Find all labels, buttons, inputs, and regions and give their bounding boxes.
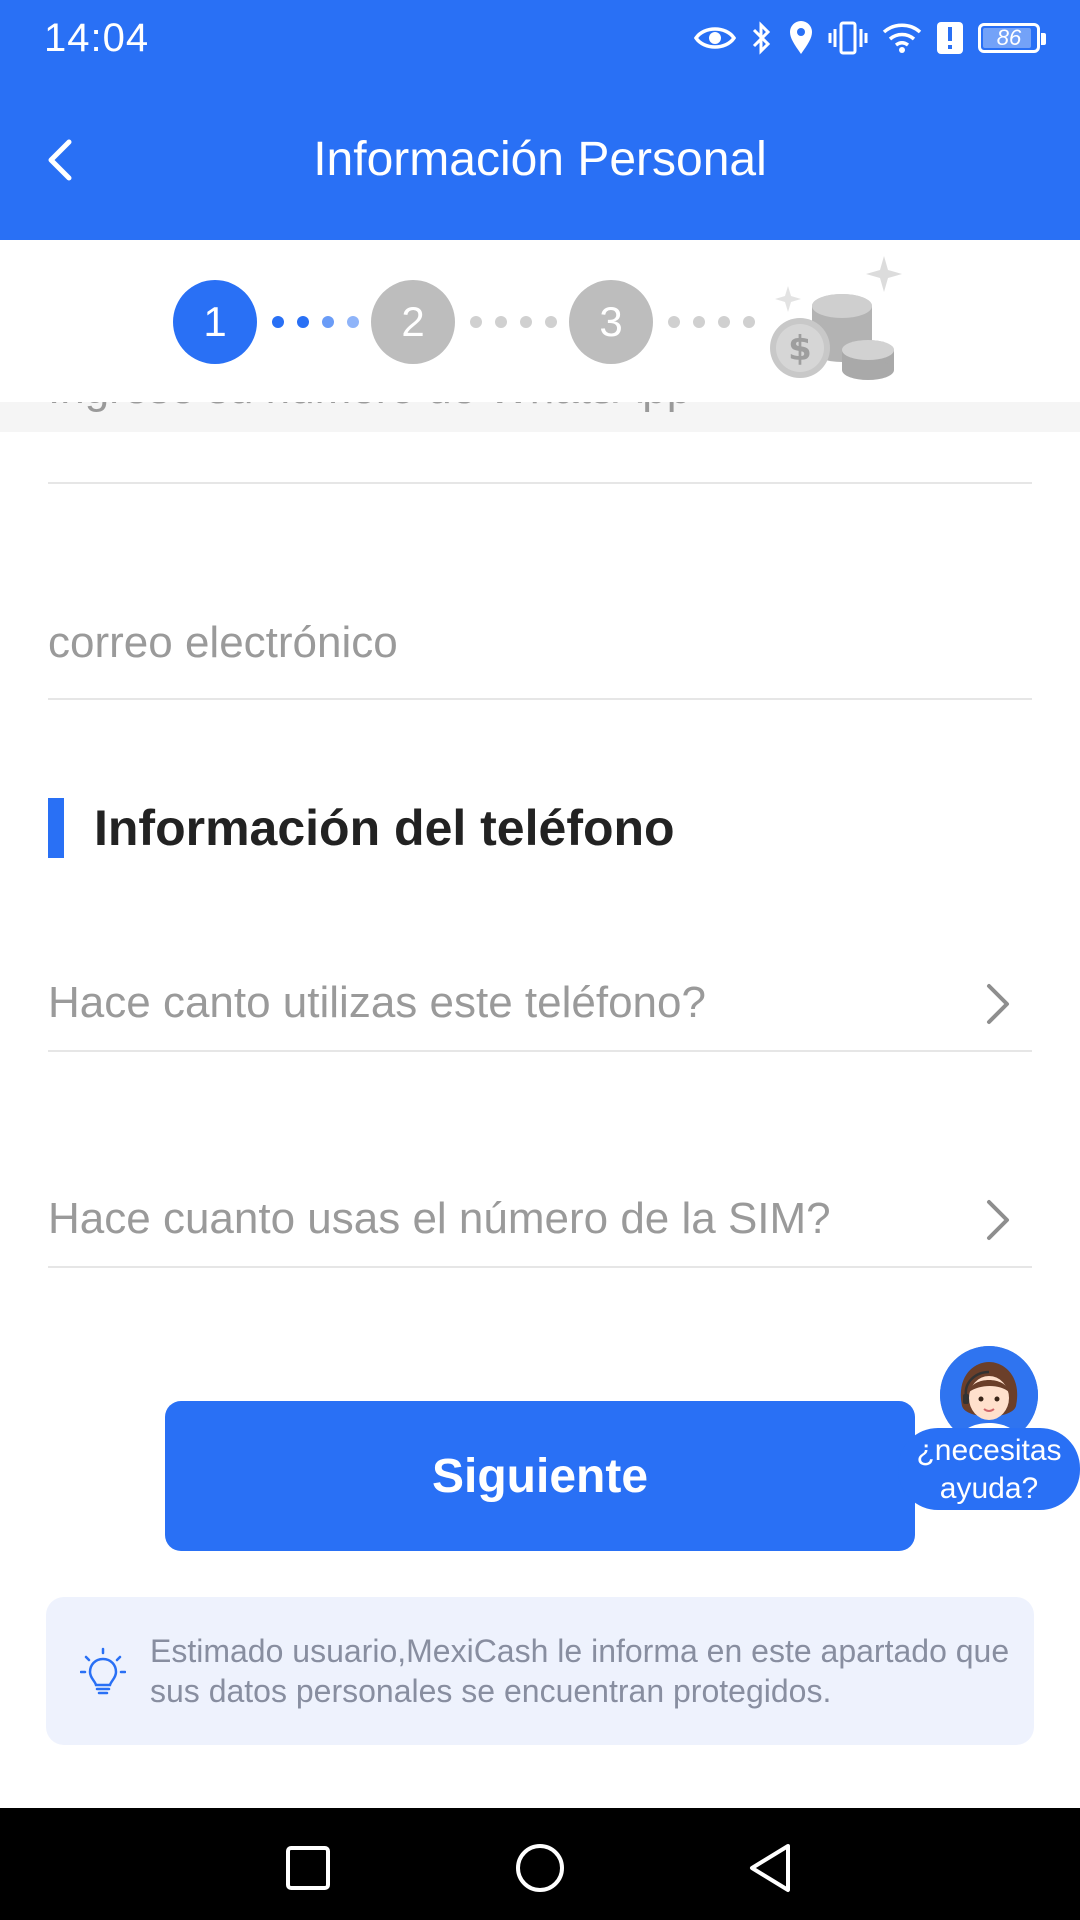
sim-usage-placeholder: Hace cuanto usas el número de la SIM?: [48, 1194, 831, 1243]
whatsapp-placeholder: Ingrese su número de WhatsApp: [48, 402, 691, 414]
help-widget[interactable]: ¿necesitas ayuda?: [898, 1346, 1080, 1512]
coins-icon: $: [770, 256, 902, 380]
battery-level: 86: [996, 25, 1022, 50]
recents-button[interactable]: [278, 1838, 338, 1898]
whatsapp-field[interactable]: Ingrese su número de WhatsApp: [48, 402, 1032, 484]
chevron-right-icon: [987, 984, 1009, 1024]
step-3-indicator: 3: [569, 280, 653, 364]
back-nav-button[interactable]: [740, 1838, 800, 1898]
sim-usage-select[interactable]: Hace cuanto usas el número de la SIM?: [48, 1172, 1032, 1268]
email-field[interactable]: correo electrónico: [48, 612, 1032, 700]
phone-usage-placeholder: Hace canto utilizas este teléfono?: [48, 978, 706, 1027]
help-label-line2: ayuda?: [939, 1472, 1039, 1505]
step-1-indicator: 1: [173, 280, 257, 364]
step-connector-1: [272, 316, 359, 328]
progress-stepper: 1 2 3 $: [0, 240, 1080, 402]
step-connector-3: [668, 316, 755, 328]
chevron-right-icon: [987, 1200, 1009, 1240]
circle-icon: [516, 1844, 564, 1892]
vibrate-icon: [828, 21, 868, 55]
square-icon: [286, 1846, 330, 1890]
privacy-notice: Estimado usuario,MexiCash le informa en …: [46, 1597, 1034, 1745]
home-button[interactable]: [510, 1838, 570, 1898]
email-placeholder: correo electrónico: [48, 618, 398, 667]
system-nav-bar: [0, 1808, 1080, 1920]
triangle-back-icon: [750, 1844, 790, 1892]
battery-icon: 86: [978, 23, 1046, 53]
svg-text:$: $: [788, 329, 812, 369]
help-label[interactable]: ¿necesitas ayuda?: [898, 1428, 1080, 1510]
help-label-line1: ¿necesitas: [916, 1434, 1062, 1467]
phone-section-header: Información del teléfono: [48, 798, 675, 858]
status-time: 14:04: [44, 16, 150, 60]
next-button[interactable]: Siguiente: [165, 1401, 915, 1551]
bluetooth-icon: [752, 21, 771, 55]
section-accent-bar: [48, 798, 64, 858]
privacy-notice-text: Estimado usuario,MexiCash le informa en …: [150, 1633, 1010, 1709]
phone-section-title: Información del teléfono: [94, 800, 675, 856]
status-bar: 14:04 86: [0, 0, 1080, 76]
eye-icon: [694, 27, 736, 49]
status-icons: 86: [694, 18, 1046, 58]
step-2-indicator: 2: [371, 280, 455, 364]
step-connector-2: [470, 316, 557, 328]
location-icon: [790, 21, 812, 54]
lightbulb-icon: [80, 1647, 126, 1695]
phone-usage-select[interactable]: Hace canto utilizas este teléfono?: [48, 956, 1032, 1052]
alert-icon: [937, 22, 963, 54]
page-title: Información Personal: [313, 133, 767, 186]
app-bar: Información Personal: [0, 76, 1080, 240]
wifi-icon: [882, 23, 922, 53]
